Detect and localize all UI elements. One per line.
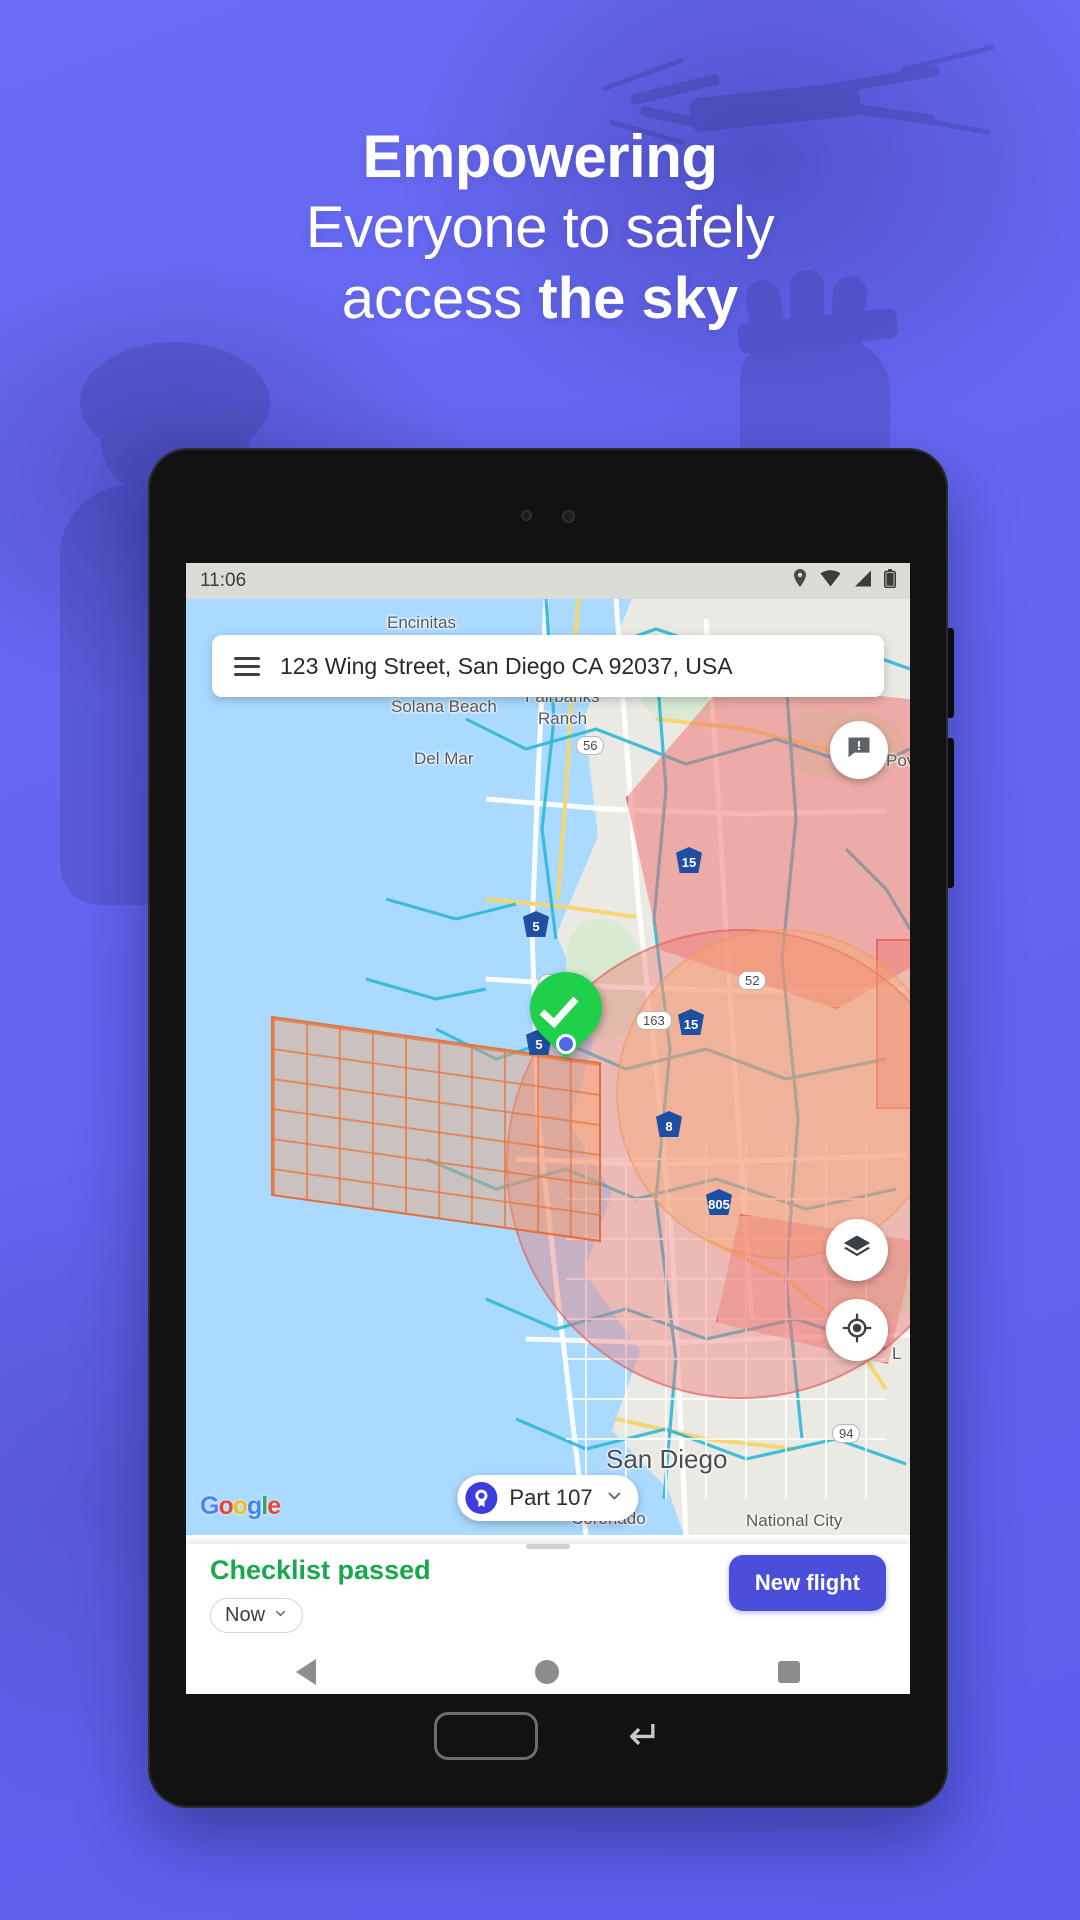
google-letter-o2: o: [232, 1492, 248, 1520]
google-letter-G: G: [200, 1492, 219, 1520]
map-label: Ranch: [538, 709, 588, 728]
map-label: National City: [746, 1511, 843, 1530]
hamburger-icon[interactable]: [234, 656, 260, 676]
time-selector-label: Now: [225, 1604, 266, 1626]
highway-shield: 56: [576, 736, 605, 755]
front-camera-row: [148, 510, 948, 523]
tablet-device: 11:06 Encinitas Solana Beach Ranch Del M…: [148, 448, 954, 1808]
status-bar-time: 11:06: [200, 570, 247, 591]
map-my-location-button[interactable]: [826, 1299, 888, 1361]
map-label: San Diego: [606, 1444, 728, 1474]
status-bar: 11:06: [186, 563, 910, 599]
promo-headline: Empowering Everyone to safely access the…: [0, 120, 1080, 335]
time-selector-chip[interactable]: Now: [210, 1598, 304, 1633]
android-nav-bar[interactable]: [186, 1641, 910, 1694]
headline-line-3-bold: the sky: [538, 265, 739, 331]
tablet-screen: 11:06 Encinitas Solana Beach Ranch Del M…: [186, 563, 910, 1694]
wifi-icon: [820, 569, 841, 593]
layers-icon: [842, 1233, 872, 1268]
highway-shield: 52: [738, 971, 767, 990]
promo-screenshot: Empowering Everyone to safely access the…: [0, 0, 1080, 1920]
map-warning-button[interactable]: [830, 721, 888, 779]
power-button[interactable]: [948, 738, 954, 888]
search-input[interactable]: 123 Wing Street, San Diego CA 92037, USA: [280, 653, 733, 680]
chevron-down-icon: [273, 1604, 288, 1627]
google-letter-g: g: [247, 1492, 262, 1520]
google-letter-o1: o: [218, 1492, 233, 1520]
headline-line-3-light: access: [341, 265, 539, 331]
part-107-label: Part 107: [509, 1485, 593, 1510]
recents-icon[interactable]: [778, 1661, 801, 1683]
map-label: Solana Beach: [391, 697, 497, 716]
map-label: Encinitas: [387, 613, 456, 632]
headline-line-3: access the sky: [0, 264, 1080, 335]
google-attribution: Google: [200, 1492, 281, 1521]
headline-line-2: Everyone to safely: [305, 195, 775, 261]
map-layers-button[interactable]: [826, 1219, 888, 1281]
new-flight-button[interactable]: New flight: [728, 1555, 886, 1611]
sheet-header-row: Checklist passed Now New flight: [186, 1549, 910, 1633]
signal-icon: [853, 570, 872, 593]
home-icon[interactable]: [534, 1660, 559, 1684]
current-position-dot: [556, 1034, 576, 1054]
sensor-dot: [521, 510, 532, 521]
battery-icon: [884, 568, 896, 594]
headline-line-1: Empowering: [362, 123, 718, 190]
certificate-badge-icon: [465, 1482, 498, 1514]
highway-shield: 94: [832, 1424, 861, 1443]
volume-button[interactable]: [948, 628, 954, 718]
bezel-controls: ↵: [148, 1712, 948, 1760]
checklist-status: Checklist passed: [210, 1555, 431, 1585]
bottom-sheet[interactable]: Checklist passed Now New flight !: [186, 1544, 910, 1694]
flight-location-marker[interactable]: [515, 957, 617, 1059]
location-icon: [792, 568, 808, 594]
map-view[interactable]: EncinitasSolana BeachFairbanksRanchDel M…: [186, 599, 910, 1535]
back-icon[interactable]: [295, 1659, 316, 1685]
front-camera: [562, 510, 575, 523]
chevron-down-icon[interactable]: [605, 1486, 625, 1511]
bezel-back-icon[interactable]: ↵: [628, 1716, 662, 1756]
google-letter-e: e: [267, 1492, 281, 1520]
checklist-block: Checklist passed Now: [210, 1555, 431, 1633]
part-107-chip[interactable]: Part 107: [457, 1475, 639, 1521]
map-label: Del Mar: [414, 749, 474, 768]
map-roads: [365, 599, 910, 1535]
search-bar[interactable]: 123 Wing Street, San Diego CA 92037, USA: [212, 635, 884, 697]
map-label: Pov: [886, 751, 910, 770]
map-label: L: [892, 1344, 902, 1363]
highway-shield: 163: [636, 1011, 672, 1030]
my-location-icon: [842, 1313, 872, 1348]
message-warning-icon: [845, 734, 873, 767]
bezel-home-button[interactable]: [434, 1712, 539, 1760]
